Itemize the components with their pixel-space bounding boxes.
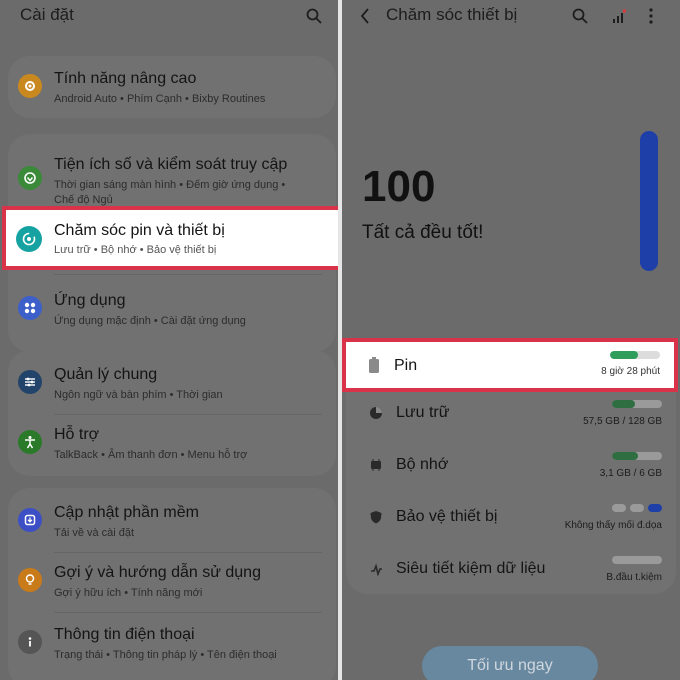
settings-item-advanced-features[interactable]: Tính năng nâng cao Android Auto • Phím C… (8, 58, 336, 118)
device-status: Tất cả đều tốt! (362, 222, 484, 243)
item-title: Tính năng nâng cao (54, 70, 197, 87)
settings-item-about-phone[interactable]: Thông tin điện thoại Trạng thái • Thông … (8, 614, 336, 674)
score-indicator-bar (640, 131, 658, 271)
item-title: Cập nhật phần mềm (54, 504, 199, 521)
row-label: Lưu trữ (396, 404, 450, 421)
device-care-panel: Chăm sóc thiết bị 100 Tất cả đều tốt! Lư… (342, 0, 680, 680)
storage-usage-bar (612, 400, 662, 408)
settings-item-digital-wellbeing[interactable]: Tiện ích số và kiểm soát truy cập Thời g… (8, 144, 336, 210)
item-subtitle: Ngôn ngữ và bàn phím • Thời gian (54, 389, 223, 401)
row-label: Bộ nhớ (396, 456, 449, 473)
row-battery[interactable]: Pin 8 giờ 28 phút (342, 338, 678, 392)
divider (54, 274, 322, 275)
sliders-icon (18, 370, 42, 394)
more-options-icon[interactable] (644, 6, 658, 26)
battery-icon (368, 357, 380, 373)
software-update-icon (18, 508, 42, 532)
row-label: Bảo vệ thiết bị (396, 508, 498, 525)
item-title: Gợi ý và hướng dẫn sử dụng (54, 564, 261, 581)
accessibility-icon (18, 430, 42, 454)
row-value: 3,1 GB / 6 GB (599, 468, 662, 479)
search-icon[interactable] (570, 6, 590, 26)
item-subtitle: Gợi ý hữu ích • Tính năng mới (54, 587, 203, 599)
settings-top-bar: Cài đặt (0, 0, 338, 32)
optimize-now-button[interactable]: Tối ưu ngay (422, 646, 598, 680)
item-title: Thông tin điện thoại (54, 626, 195, 643)
digital-wellbeing-icon (18, 166, 42, 190)
settings-panel: Cài đặt Tính năng nâng cao Android Auto … (0, 0, 338, 680)
settings-card-system: Cập nhật phần mềm Tải về và cài đặt Gợi … (8, 488, 336, 680)
item-title: Tiện ích số và kiểm soát truy cập (54, 156, 288, 173)
item-title: Ứng dụng (54, 292, 126, 309)
row-value: B.đầu t.kiệm (606, 572, 662, 583)
device-score: 100 (362, 162, 436, 211)
row-label: Siêu tiết kiệm dữ liệu (396, 560, 546, 577)
settings-item-tips[interactable]: Gợi ý và hướng dẫn sử dụng Gợi ý hữu ích… (8, 552, 336, 612)
row-value: Không thấy mối đ.dọa (564, 520, 662, 531)
settings-item-software-update[interactable]: Cập nhật phần mềm Tải về và cài đặt (8, 492, 336, 552)
row-storage[interactable]: Lưu trữ 57,5 GB / 128 GB (346, 388, 676, 438)
gear-plus-icon (18, 74, 42, 98)
item-subtitle: Android Auto • Phím Cạnh • Bixby Routine… (54, 93, 266, 105)
shield-icon (368, 509, 384, 525)
battery-level-bar (610, 351, 660, 359)
apps-icon (18, 296, 42, 320)
item-title: Quản lý chung (54, 366, 158, 383)
search-icon[interactable] (304, 6, 324, 26)
row-label: Pin (394, 357, 418, 374)
device-care-title: Chăm sóc thiết bị (386, 5, 518, 24)
row-value: 8 giờ 28 phút (601, 366, 660, 377)
memory-chip-icon (368, 457, 384, 473)
settings-item-general-management[interactable]: Quản lý chung Ngôn ngữ và bàn phím • Thờ… (8, 354, 336, 414)
item-subtitle: Tải về và cài đặt (54, 527, 135, 539)
signal-bars-icon[interactable] (610, 6, 628, 26)
storage-pie-icon (368, 405, 384, 421)
settings-item-apps[interactable]: Ứng dụng Ứng dụng mặc định • Cài đặt ứng… (8, 280, 336, 340)
item-subtitle: TalkBack • Âm thanh đơn • Menu hỗ trợ (54, 449, 248, 461)
settings-card-advanced: Tính năng nâng cao Android Auto • Phím C… (8, 56, 336, 118)
settings-item-battery-device-care[interactable]: Chăm sóc pin và thiết bị Lưu trữ • Bộ nh… (2, 206, 338, 270)
divider (54, 612, 322, 613)
row-data-saver[interactable]: Siêu tiết kiệm dữ liệu B.đầu t.kiệm (346, 544, 676, 594)
data-saver-bar (612, 556, 662, 564)
row-value: 57,5 GB / 128 GB (583, 416, 662, 427)
protection-status-dots (612, 504, 662, 512)
info-icon (18, 630, 42, 654)
screen: Cài đặt Tính năng nâng cao Android Auto … (0, 0, 680, 680)
item-subtitle-line1: Thời gian sáng màn hình • Đếm giờ ứng dụ… (54, 179, 286, 191)
tips-icon (18, 568, 42, 592)
item-subtitle: Ứng dụng mặc định • Cài đặt ứng dụng (54, 315, 246, 327)
row-device-protection[interactable]: Bảo vệ thiết bị Không thấy mối đ.dọa (346, 492, 676, 542)
item-title: Hỗ trợ (54, 426, 100, 443)
item-subtitle: Lưu trữ • Bộ nhớ • Bảo vệ thiết bị (54, 244, 217, 256)
item-title: Chăm sóc pin và thiết bị (54, 222, 225, 239)
back-icon[interactable] (356, 6, 374, 26)
device-care-top-bar: Chăm sóc thiết bị (342, 0, 680, 32)
device-care-icon (16, 226, 42, 252)
data-saver-icon (368, 561, 384, 577)
row-memory[interactable]: Bộ nhớ 3,1 GB / 6 GB (346, 440, 676, 490)
settings-item-accessibility[interactable]: Hỗ trợ TalkBack • Âm thanh đơn • Menu hỗ… (8, 414, 336, 474)
item-subtitle: Trạng thái • Thông tin pháp lý • Tên điệ… (54, 649, 277, 661)
memory-usage-bar (612, 452, 662, 460)
settings-title: Cài đặt (20, 5, 74, 24)
settings-card-general: Quản lý chung Ngôn ngữ và bàn phím • Thờ… (8, 350, 336, 476)
